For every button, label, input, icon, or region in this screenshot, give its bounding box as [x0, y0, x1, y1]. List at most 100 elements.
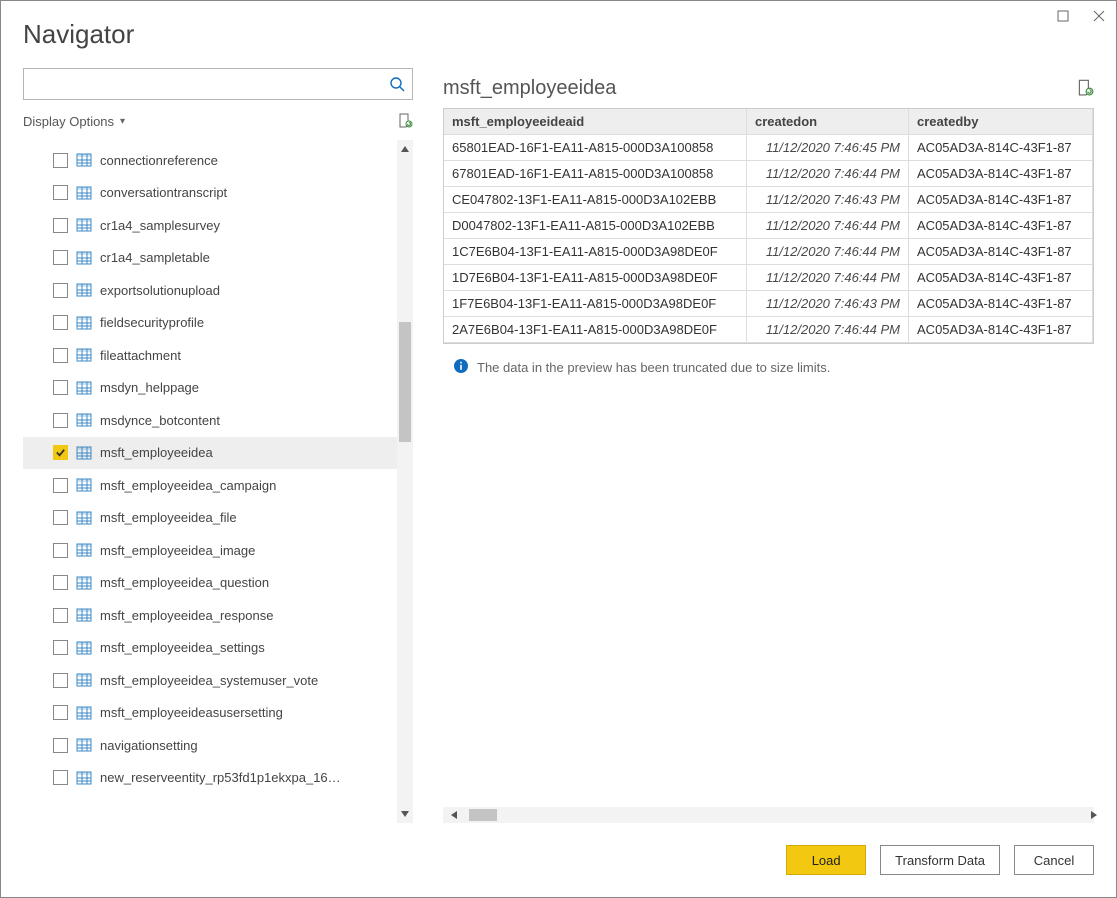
checkbox[interactable]: [53, 705, 68, 720]
window-controls: [1052, 5, 1110, 27]
tree-item[interactable]: msft_employeeideasusersetting: [23, 697, 397, 730]
tree-vertical-scrollbar[interactable]: [397, 140, 413, 823]
checkbox[interactable]: [53, 250, 68, 265]
table-row[interactable]: D0047802-13F1-EA11-A815-000D3A102EBB11/1…: [444, 213, 1093, 239]
preview-refresh-icon[interactable]: [1076, 78, 1094, 99]
tree-container: connectionreferenceconversationtranscrip…: [23, 140, 413, 823]
scroll-up-icon[interactable]: [397, 140, 413, 158]
checkbox[interactable]: [53, 283, 68, 298]
info-icon: [453, 358, 469, 377]
tree-item-label: msft_employeeidea_settings: [100, 640, 265, 655]
search-icon[interactable]: [382, 76, 412, 92]
table-icon: [76, 770, 92, 786]
cell-createdby: AC05AD3A-814C-43F1-87: [909, 187, 1093, 213]
table-row[interactable]: CE047802-13F1-EA11-A815-000D3A102EBB11/1…: [444, 187, 1093, 213]
tree-item[interactable]: msdynce_botcontent: [23, 404, 397, 437]
tree-item-label: cr1a4_sampletable: [100, 250, 210, 265]
column-header[interactable]: msft_employeeideaid: [444, 109, 746, 135]
tree-item[interactable]: msft_employeeidea_campaign: [23, 469, 397, 502]
maximize-button[interactable]: [1052, 5, 1074, 27]
checkbox[interactable]: [53, 315, 68, 330]
tree-item-label: msdyn_helppage: [100, 380, 199, 395]
table-icon: [76, 315, 92, 331]
dialog-footer: Load Transform Data Cancel: [1, 823, 1116, 897]
tree-item[interactable]: msft_employeeidea_file: [23, 502, 397, 535]
tree-refresh-icon[interactable]: [397, 112, 413, 131]
tree-item[interactable]: cr1a4_sampletable: [23, 242, 397, 275]
column-header[interactable]: createdon: [746, 109, 908, 135]
checkbox[interactable]: [53, 478, 68, 493]
checkbox[interactable]: [53, 640, 68, 655]
tree-item[interactable]: msft_employeeidea_question: [23, 567, 397, 600]
table-row[interactable]: 65801EAD-16F1-EA11-A815-000D3A10085811/1…: [444, 135, 1093, 161]
table-row[interactable]: 1C7E6B04-13F1-EA11-A815-000D3A98DE0F11/1…: [444, 239, 1093, 265]
checkbox[interactable]: [53, 445, 68, 460]
display-options-row: Display Options ▾: [23, 106, 413, 136]
tree-item[interactable]: msft_employeeidea_response: [23, 599, 397, 632]
tree-item-label: new_reserveentity_rp53fd1p1ekxpa_16…: [100, 770, 341, 785]
truncation-message: The data in the preview has been truncat…: [477, 360, 830, 375]
table-icon: [76, 185, 92, 201]
checkbox[interactable]: [53, 575, 68, 590]
tree-item-label: msft_employeeidea_image: [100, 543, 255, 558]
tree-item[interactable]: msft_employeeidea_systemuser_vote: [23, 664, 397, 697]
preview-table[interactable]: msft_employeeideaidcreatedoncreatedby658…: [444, 109, 1093, 343]
tree-item[interactable]: msdyn_helppage: [23, 372, 397, 405]
search-input[interactable]: [24, 69, 382, 99]
table-row[interactable]: 1F7E6B04-13F1-EA11-A815-000D3A98DE0F11/1…: [444, 291, 1093, 317]
tree-item-label: exportsolutionupload: [100, 283, 220, 298]
checkbox[interactable]: [53, 510, 68, 525]
cell-createdon: 11/12/2020 7:46:44 PM: [746, 161, 908, 187]
display-options-dropdown[interactable]: Display Options ▾: [23, 114, 125, 129]
close-icon: [1093, 10, 1105, 22]
table-row[interactable]: 2A7E6B04-13F1-EA11-A815-000D3A98DE0F11/1…: [444, 317, 1093, 343]
table-row[interactable]: 1D7E6B04-13F1-EA11-A815-000D3A98DE0F11/1…: [444, 265, 1093, 291]
checkbox[interactable]: [53, 738, 68, 753]
tree-item[interactable]: fileattachment: [23, 339, 397, 372]
scroll-down-icon[interactable]: [397, 805, 413, 823]
table-icon: [76, 347, 92, 363]
tree-item[interactable]: conversationtranscript: [23, 177, 397, 210]
checkbox[interactable]: [53, 543, 68, 558]
tree-item-label: cr1a4_samplesurvey: [100, 218, 220, 233]
checkbox[interactable]: [53, 185, 68, 200]
column-header[interactable]: createdby: [909, 109, 1093, 135]
table-icon: [76, 380, 92, 396]
checkbox[interactable]: [53, 608, 68, 623]
scroll-right-icon[interactable]: [1064, 807, 1094, 823]
table-icon: [76, 152, 92, 168]
table-tree[interactable]: connectionreferenceconversationtranscrip…: [23, 140, 397, 823]
table-icon: [76, 542, 92, 558]
checkbox[interactable]: [53, 673, 68, 688]
tree-item[interactable]: exportsolutionupload: [23, 274, 397, 307]
tree-item[interactable]: fieldsecurityprofile: [23, 307, 397, 340]
tree-item[interactable]: new_reserveentity_rp53fd1p1ekxpa_16…: [23, 762, 397, 795]
tree-item[interactable]: navigationsetting: [23, 729, 397, 762]
checkbox[interactable]: [53, 770, 68, 785]
scroll-left-icon[interactable]: [443, 807, 465, 823]
checkbox[interactable]: [53, 348, 68, 363]
tree-item-label: fieldsecurityprofile: [100, 315, 204, 330]
tree-item[interactable]: msft_employeeidea_settings: [23, 632, 397, 665]
close-button[interactable]: [1088, 5, 1110, 27]
hscroll-thumb[interactable]: [469, 809, 497, 821]
cell-createdon: 11/12/2020 7:46:43 PM: [746, 187, 908, 213]
transform-data-button[interactable]: Transform Data: [880, 845, 1000, 875]
scroll-thumb[interactable]: [399, 322, 411, 442]
checkbox[interactable]: [53, 153, 68, 168]
preview-horizontal-scrollbar[interactable]: [443, 807, 1094, 823]
cancel-button[interactable]: Cancel: [1014, 845, 1094, 875]
table-icon: [76, 282, 92, 298]
load-button[interactable]: Load: [786, 845, 866, 875]
checkbox[interactable]: [53, 380, 68, 395]
tree-item-label: msft_employeeidea_question: [100, 575, 269, 590]
checkbox[interactable]: [53, 413, 68, 428]
tree-item[interactable]: msft_employeeidea: [23, 437, 397, 470]
tree-item[interactable]: connectionreference: [23, 144, 397, 177]
cell-id: 2A7E6B04-13F1-EA11-A815-000D3A98DE0F: [444, 317, 746, 343]
truncation-message-row: The data in the preview has been truncat…: [443, 344, 1094, 391]
tree-item[interactable]: cr1a4_samplesurvey: [23, 209, 397, 242]
checkbox[interactable]: [53, 218, 68, 233]
table-row[interactable]: 67801EAD-16F1-EA11-A815-000D3A10085811/1…: [444, 161, 1093, 187]
tree-item[interactable]: msft_employeeidea_image: [23, 534, 397, 567]
